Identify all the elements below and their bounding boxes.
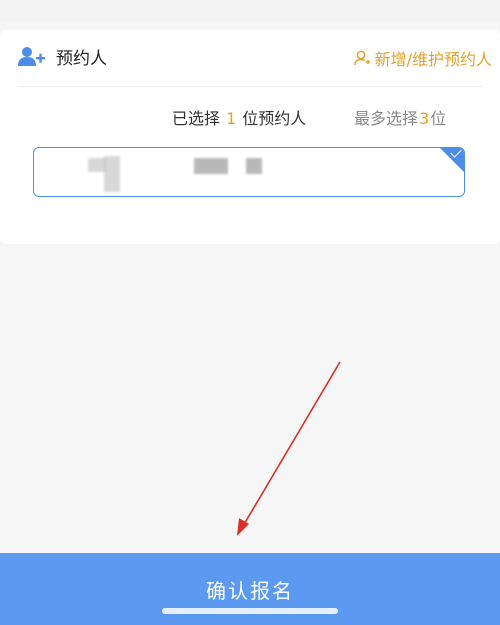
section-title: 预约人	[56, 49, 107, 69]
blurred-id	[194, 158, 228, 174]
selection-summary: 已选择 1 位预约人	[172, 105, 306, 129]
confirm-signup-label: 确认报名	[206, 578, 294, 603]
max-prefix: 最多选择	[354, 109, 419, 128]
max-count: 3	[419, 109, 430, 128]
manage-attendees-link[interactable]: 新增/维护预约人	[353, 46, 492, 70]
confirm-signup-button[interactable]: 确认报名	[0, 553, 500, 625]
top-strip	[0, 0, 500, 22]
blurred-name	[104, 156, 120, 192]
section-header: 预约人	[18, 44, 107, 69]
max-summary: 最多选择3位	[354, 105, 446, 129]
selection-suffix: 位预约人	[242, 109, 307, 128]
selected-count: 1	[226, 109, 237, 128]
selection-prefix: 已选择	[172, 109, 221, 128]
blurred-id	[246, 158, 262, 174]
selected-attendee-chip[interactable]	[33, 147, 465, 197]
max-suffix: 位	[430, 109, 447, 128]
manage-attendees-label: 新增/维护预约人	[374, 50, 492, 69]
divider	[18, 86, 482, 87]
person-outline-icon	[353, 50, 370, 66]
person-add-icon	[18, 46, 45, 66]
home-indicator	[162, 608, 338, 614]
